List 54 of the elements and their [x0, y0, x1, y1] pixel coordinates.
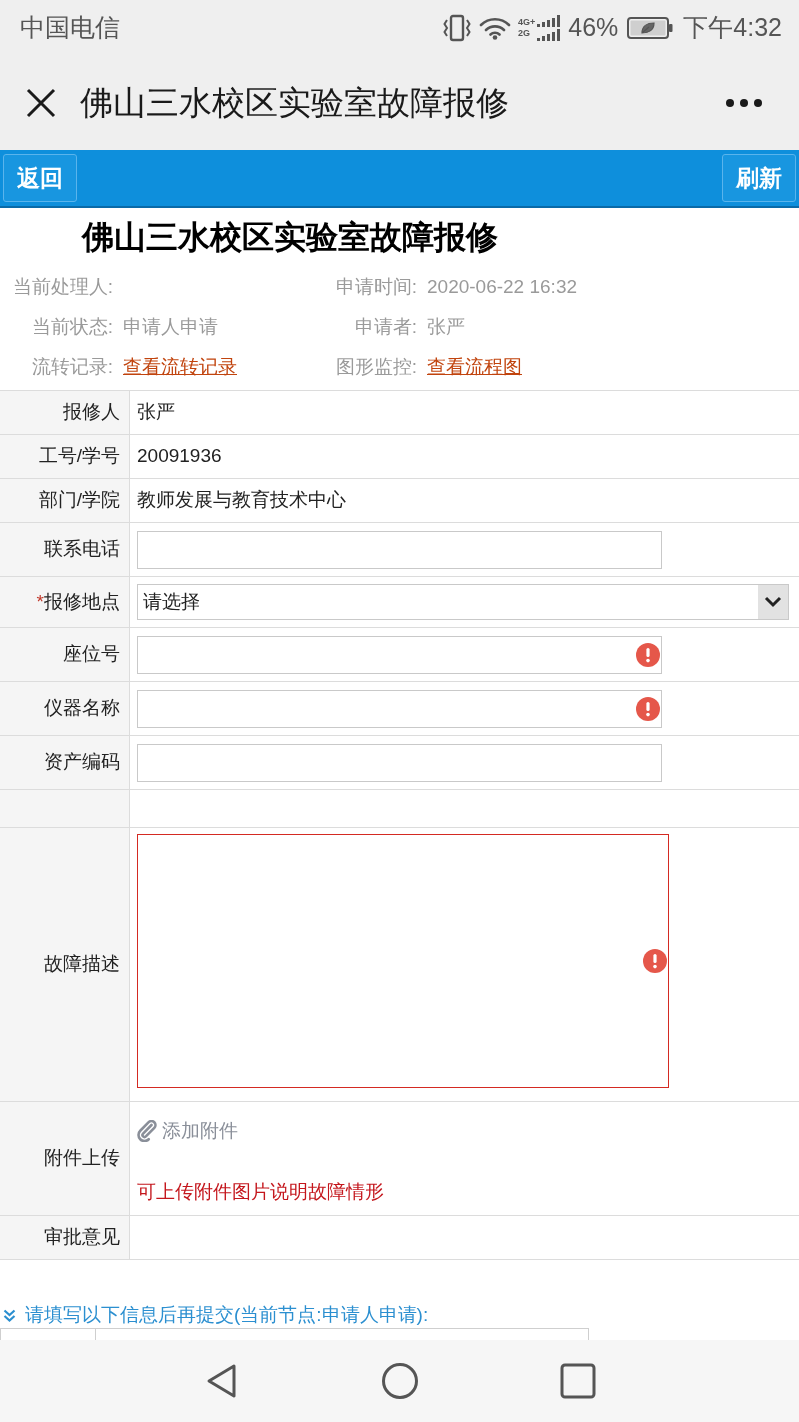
field-value: 20091936 [137, 444, 222, 469]
meta-label: 申请者: [354, 314, 417, 339]
meta-value: 2020-06-22 16:32 [427, 274, 577, 299]
recents-icon[interactable] [559, 1363, 596, 1399]
attachment-hint: 可上传附件图片说明故障情形 [137, 1179, 384, 1204]
close-icon[interactable] [26, 88, 56, 118]
field-label: 故障描述 [44, 952, 120, 977]
carrier-name: 中国电信 [20, 12, 120, 44]
input-field[interactable] [137, 743, 662, 782]
battery-percent: 46% [568, 12, 619, 44]
network-type: 2G [518, 28, 532, 39]
back-button[interactable]: 返回 [3, 154, 77, 202]
field-value: 教师发展与教育技术中心 [137, 488, 346, 513]
meta-label: 申请时间: [335, 274, 417, 299]
meta-value: 申请人申请 [123, 314, 218, 339]
field-value: 张严 [137, 400, 175, 425]
wifi-icon [479, 16, 511, 40]
field-label: *报修地点 [36, 589, 120, 614]
input-field[interactable] [137, 635, 662, 674]
field-label: 资产编码 [44, 750, 120, 775]
refresh-button[interactable]: 刷新 [722, 154, 796, 202]
meta-label: 流转记录: [31, 354, 113, 379]
form-title: 佛山三水校区实验室故障报修 [82, 218, 498, 257]
link[interactable]: 查看流转记录 [123, 352, 237, 382]
network-type: 4G+ [518, 17, 536, 28]
home-icon[interactable] [381, 1363, 418, 1399]
meta-label: 图形监控: [335, 354, 417, 379]
page-title: 佛山三水校区实验室故障报修 [80, 83, 509, 124]
field-label: 审批意见 [44, 1225, 120, 1250]
field-label: 附件上传 [44, 1146, 120, 1171]
clock-time: 下午4:32 [683, 12, 782, 44]
field-label: 报修人 [63, 400, 120, 425]
more-icon[interactable] [726, 99, 762, 107]
textarea-field[interactable] [137, 834, 669, 1088]
input-field[interactable] [137, 530, 662, 569]
signal-bars-icon [537, 15, 562, 41]
field-label: 部门/学院 [38, 488, 120, 513]
meta-value: 张严 [427, 314, 465, 339]
add-attachment-button[interactable]: 添加附件 [137, 1117, 238, 1146]
field-label: 联系电话 [44, 537, 120, 562]
double-chevron-down-icon [3, 1308, 16, 1322]
meta-label: 当前状态: [31, 314, 113, 339]
select-field[interactable]: 请选择 [137, 584, 789, 620]
input-field[interactable] [137, 689, 662, 728]
chevron-down-icon [758, 585, 788, 619]
field-label: 仪器名称 [44, 696, 120, 721]
battery-icon [627, 17, 674, 39]
vibrate-icon [442, 14, 472, 42]
link[interactable]: 查看流程图 [427, 352, 522, 382]
meta-label: 当前处理人: [12, 274, 113, 299]
field-label: 工号/学号 [38, 444, 120, 469]
paperclip-icon [137, 1120, 159, 1143]
section-heading: 请填写以下信息后再提交(当前节点:申请人申请): [25, 1302, 429, 1327]
field-label: 座位号 [63, 642, 120, 667]
